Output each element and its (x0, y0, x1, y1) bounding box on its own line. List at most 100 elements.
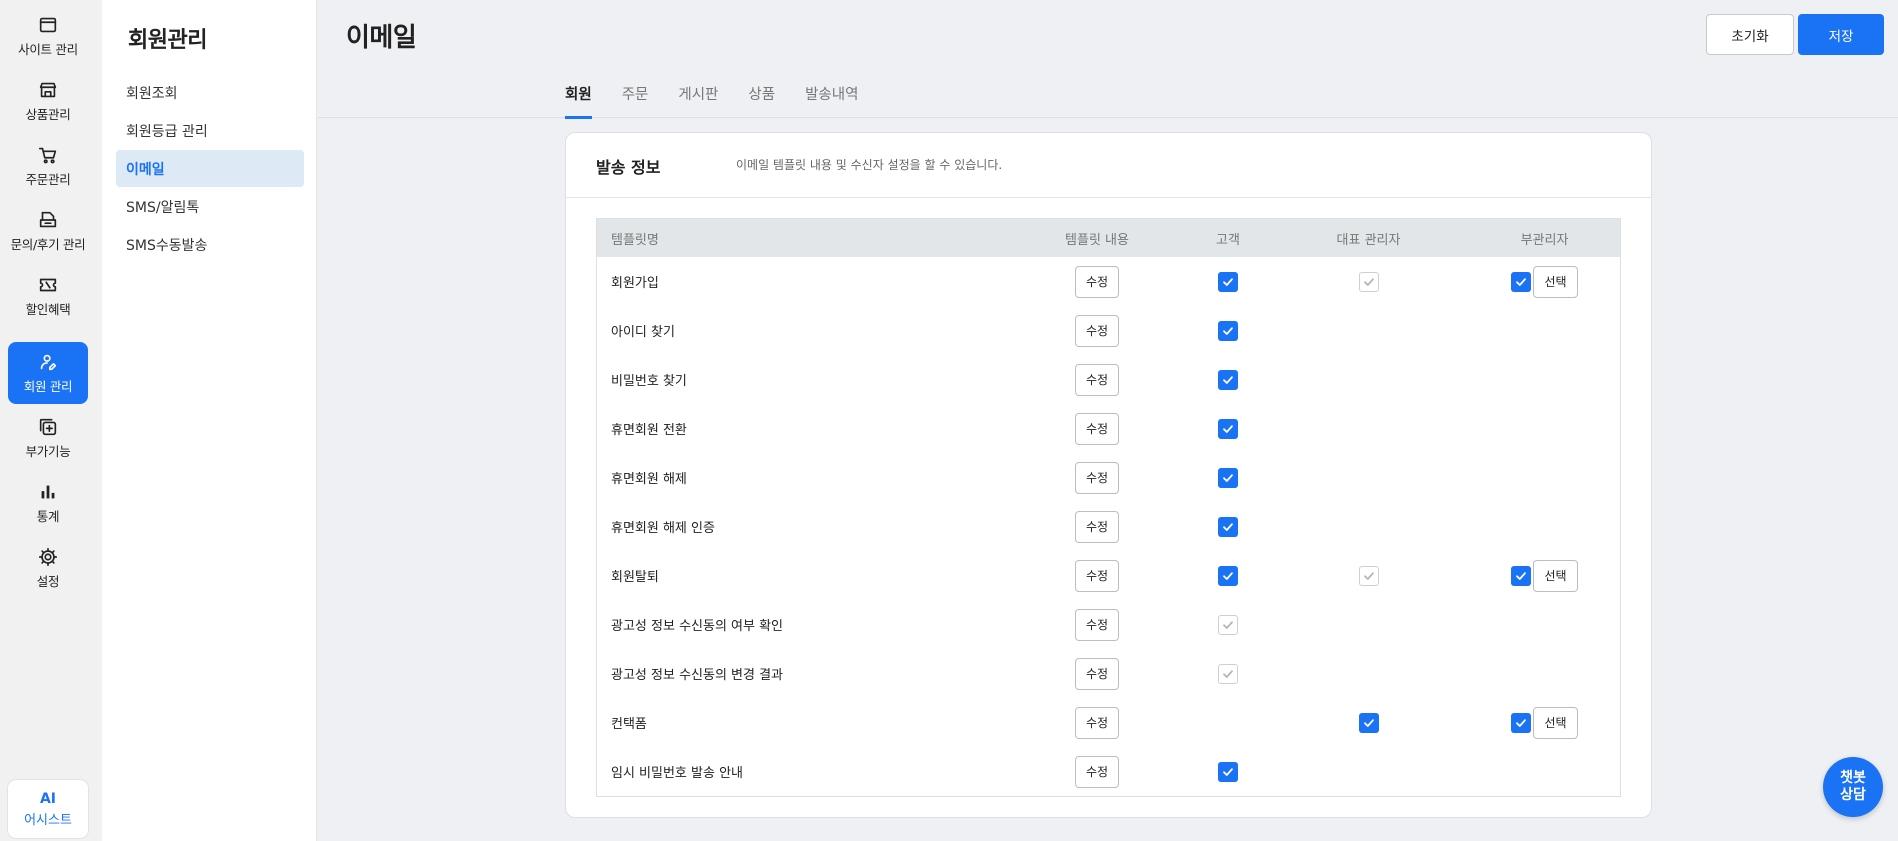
check-icon (1223, 571, 1233, 580)
edit-template-button[interactable]: 수정 (1075, 608, 1119, 641)
column-header-sub-admin: 부관리자 (1520, 232, 1569, 248)
rep-admin-checkbox (1358, 271, 1379, 292)
check-icon (1223, 473, 1233, 482)
table-row: 컨택폼 수정 선택 (597, 698, 1620, 747)
customer-checkbox[interactable] (1218, 369, 1238, 390)
sidebar-item[interactable]: 회원등급 관리 (116, 112, 304, 149)
customer-checkbox[interactable] (1218, 320, 1238, 341)
rail-item-inbox[interactable]: 문의/후기 관리 (8, 200, 88, 262)
rail-item-label: 사이트 관리 (18, 42, 78, 57)
template-name: 컨택폼 (611, 717, 647, 732)
ai-sparkle-icon: AI (39, 790, 57, 807)
assist-label: 어시스트 (24, 812, 72, 828)
check-icon (1516, 277, 1526, 286)
rail-item-bar-chart[interactable]: 통계 (8, 472, 88, 534)
customer-checkbox[interactable] (1218, 516, 1238, 537)
select-sub-admin-button[interactable]: 선택 (1533, 559, 1578, 592)
sub-admin-checkbox[interactable] (1511, 271, 1531, 292)
rail-item-label: 부가기능 (25, 444, 71, 459)
rail-item-label: 통계 (36, 509, 60, 524)
edit-template-button[interactable]: 수정 (1075, 510, 1119, 543)
edit-template-button[interactable]: 수정 (1075, 755, 1119, 788)
rep-admin-checkbox (1358, 565, 1379, 586)
rail-item-ticket[interactable]: 할인혜택 (8, 265, 88, 327)
rail-item-label: 상품관리 (25, 107, 71, 122)
edit-template-button[interactable]: 수정 (1075, 412, 1119, 445)
column-header-name: 템플릿명 (611, 232, 659, 248)
sub-admin-checkbox[interactable] (1511, 712, 1531, 733)
table-row: 아이디 찾기 수정 (597, 306, 1620, 355)
card-title: 발송 정보 (596, 158, 661, 177)
template-name: 아이디 찾기 (611, 325, 675, 340)
card-header: 발송 정보 이메일 템플릿 내용 및 수신자 설정을 할 수 있습니다. (566, 133, 1651, 198)
select-sub-admin-button[interactable]: 선택 (1533, 265, 1578, 298)
check-icon (1223, 375, 1233, 384)
sidebar-item[interactable]: 회원조회 (116, 74, 304, 111)
tab-item[interactable]: 발송내역 (805, 78, 858, 118)
send-info-card: 발송 정보 이메일 템플릿 내용 및 수신자 설정을 할 수 있습니다. 템플릿… (565, 132, 1652, 818)
edit-template-button[interactable]: 수정 (1075, 657, 1119, 690)
check-icon (1223, 669, 1233, 678)
store-icon (37, 79, 59, 101)
sidebar-title: 회원관리 (128, 28, 207, 53)
card-description: 이메일 템플릿 내용 및 수신자 설정을 할 수 있습니다. (736, 158, 1003, 172)
table-row: 휴면회원 전환 수정 (597, 404, 1620, 453)
tab-bar: 회원 주문 게시판 상품 발송내역 (565, 78, 888, 119)
rail-item-label: 주문관리 (25, 172, 71, 187)
check-icon (1223, 767, 1233, 776)
customer-checkbox[interactable] (1218, 418, 1238, 439)
table-row: 광고성 정보 수신동의 여부 확인 수정 (597, 600, 1620, 649)
column-header-rep-admin: 대표 관리자 (1336, 232, 1401, 248)
sidebar-item[interactable]: SMS수동발송 (116, 226, 304, 263)
gear-icon (37, 546, 59, 568)
check-icon (1223, 424, 1233, 433)
select-sub-admin-button[interactable]: 선택 (1533, 706, 1578, 739)
customer-checkbox[interactable] (1218, 761, 1238, 782)
edit-template-button[interactable]: 수정 (1075, 363, 1119, 396)
template-name: 광고성 정보 수신동의 여부 확인 (611, 619, 784, 634)
rail-item-member[interactable]: 회원 관리 (8, 342, 88, 404)
table-row: 임시 비밀번호 발송 안내 수정 (597, 747, 1620, 796)
bar-chart-icon (37, 481, 59, 503)
edit-template-button[interactable]: 수정 (1075, 265, 1119, 298)
customer-checkbox (1218, 614, 1238, 635)
template-name: 회원가입 (611, 276, 659, 291)
template-name: 휴면회원 전환 (611, 423, 687, 438)
edit-template-button[interactable]: 수정 (1075, 706, 1119, 739)
customer-checkbox[interactable] (1218, 565, 1238, 586)
check-icon (1223, 620, 1233, 629)
tab-item[interactable]: 게시판 (678, 78, 718, 118)
tab-item[interactable]: 주문 (622, 78, 649, 118)
tab-item[interactable]: 상품 (748, 78, 775, 118)
edit-template-button[interactable]: 수정 (1075, 461, 1119, 494)
rail-item-store[interactable]: 상품관리 (8, 70, 88, 132)
rail-item-cart[interactable]: 주문관리 (8, 135, 88, 197)
sidebar-item[interactable]: SMS/알림톡 (116, 188, 304, 225)
check-icon (1516, 571, 1526, 580)
rep-admin-checkbox[interactable] (1358, 712, 1379, 733)
rail-item-gear[interactable]: 설정 (8, 537, 88, 599)
edit-template-button[interactable]: 수정 (1075, 559, 1119, 592)
sidebar-item[interactable]: 이메일 (116, 150, 304, 187)
template-name: 광고성 정보 수신동의 변경 결과 (611, 668, 784, 683)
ai-assist-button[interactable]: AI 어시스트 (8, 780, 88, 838)
customer-checkbox[interactable] (1218, 467, 1238, 488)
rail-item-addon[interactable]: 부가기능 (8, 407, 88, 469)
table-row: 광고성 정보 수신동의 변경 결과 수정 (597, 649, 1620, 698)
chatbot-button[interactable]: 챗봇 상담 (1823, 757, 1883, 817)
table-row: 비밀번호 찾기 수정 (597, 355, 1620, 404)
check-icon (1223, 326, 1233, 335)
rail-item-label: 문의/후기 관리 (10, 237, 86, 252)
save-button[interactable]: 저장 (1798, 14, 1884, 55)
tab-item[interactable]: 회원 (565, 78, 592, 119)
reset-button[interactable]: 초기화 (1706, 14, 1794, 55)
check-icon (1363, 718, 1374, 727)
edit-template-button[interactable]: 수정 (1075, 314, 1119, 347)
table-row: 휴면회원 해제 수정 (597, 453, 1620, 502)
check-icon (1516, 718, 1526, 727)
check-icon (1363, 571, 1374, 580)
rail-item-window[interactable]: 사이트 관리 (8, 5, 88, 67)
cart-icon (37, 144, 59, 166)
customer-checkbox[interactable] (1218, 271, 1238, 292)
sub-admin-checkbox[interactable] (1511, 565, 1531, 586)
